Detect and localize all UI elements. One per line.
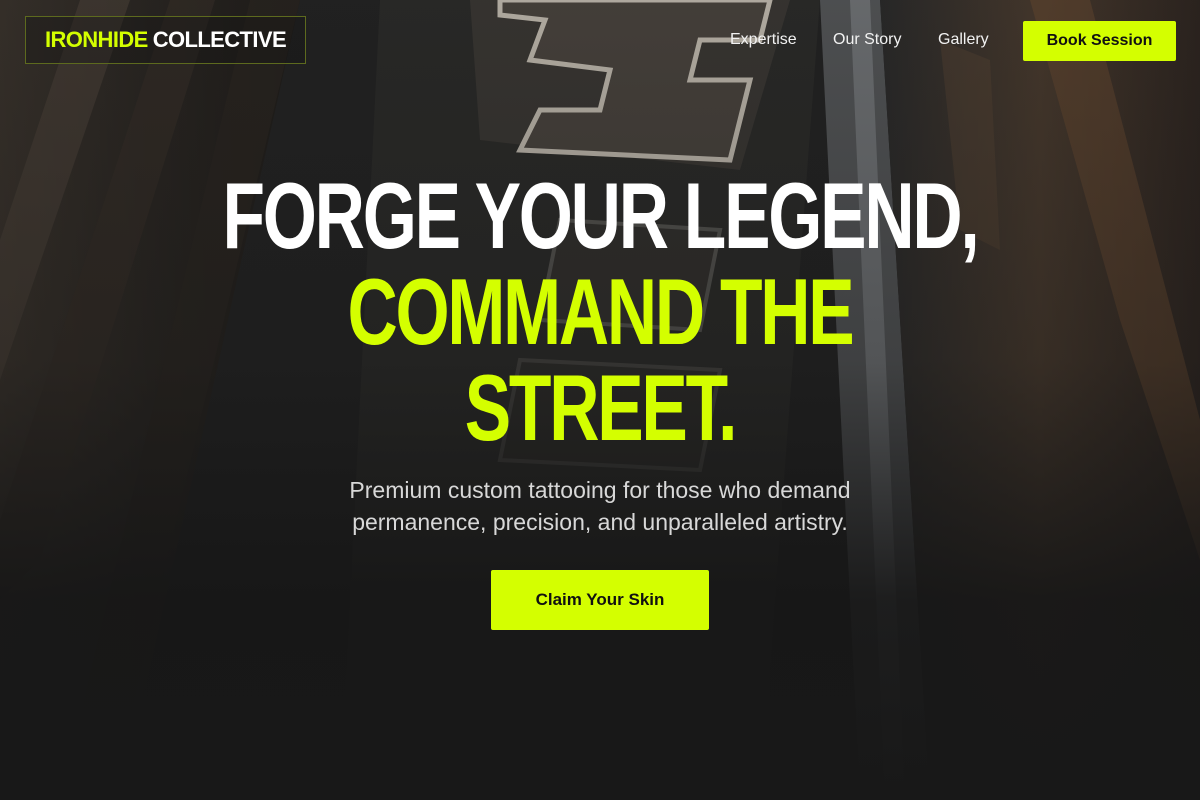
hero-subtitle: Premium custom tattooing for those who d… — [349, 477, 851, 535]
hero-section: IRONHIDE COLLECTIVE Expertise Our Story … — [0, 0, 1200, 800]
headline-line-3: STREET. — [464, 355, 738, 460]
nav-link-our-story[interactable]: Our Story — [833, 31, 901, 49]
nav-link-gallery[interactable]: Gallery — [938, 31, 989, 49]
headline-line-1: FORGE YOUR LEGEND, — [222, 163, 980, 268]
claim-your-skin-button[interactable]: Claim Your Skin — [491, 570, 709, 630]
nav-link-expertise[interactable]: Expertise — [730, 31, 797, 49]
top-navbar: IRONHIDE COLLECTIVE Expertise Our Story … — [0, 0, 1200, 82]
brand-logo[interactable]: IRONHIDE COLLECTIVE — [25, 16, 306, 64]
hero-headline: FORGE YOUR LEGEND, COMMAND THE STREET. — [0, 168, 1200, 456]
logo-secondary-text: COLLECTIVE — [152, 27, 287, 52]
logo-primary-text: IRONHIDE — [44, 27, 148, 52]
book-session-button[interactable]: Book Session — [1023, 21, 1176, 61]
headline-line-2: COMMAND THE — [347, 259, 855, 364]
